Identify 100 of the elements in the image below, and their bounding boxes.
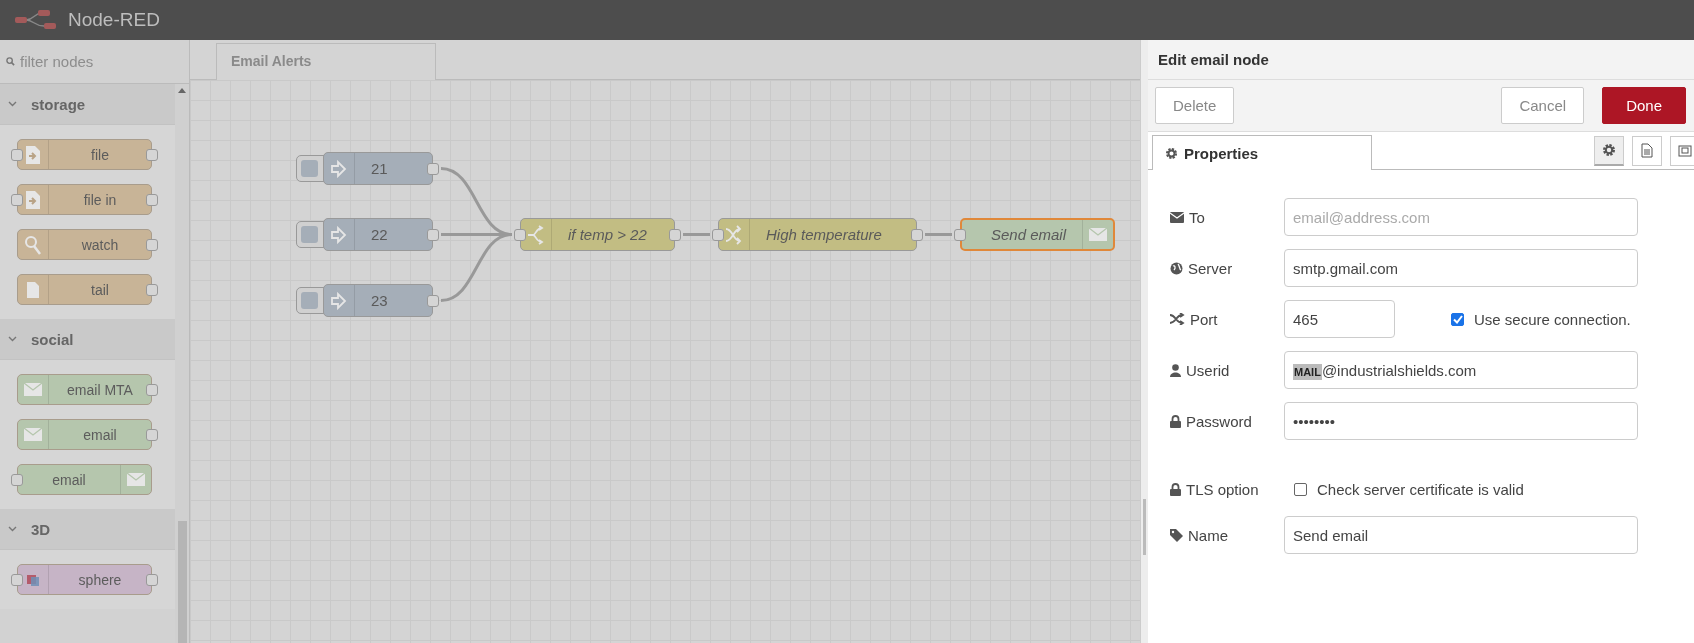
search-icon xyxy=(6,57,15,66)
flow-node[interactable]: 22 xyxy=(323,218,433,251)
arrow-icon xyxy=(331,291,347,310)
lock-icon xyxy=(1170,414,1181,428)
text-field[interactable]: smtp.gmail.com xyxy=(1284,249,1638,287)
wire[interactable] xyxy=(683,233,710,236)
action-button[interactable]: Cancel xyxy=(1501,87,1585,124)
inject-button[interactable] xyxy=(296,221,326,248)
editor-title: Edit email node xyxy=(1148,40,1694,80)
checkbox-label: Use secure connection. xyxy=(1474,310,1631,328)
document-icon xyxy=(1641,143,1653,158)
file-icon xyxy=(25,189,41,210)
document-tab[interactable] xyxy=(1632,135,1662,166)
input-port xyxy=(11,148,23,161)
envelope-icon xyxy=(23,427,43,442)
arrow-icon xyxy=(331,159,347,178)
document-icon xyxy=(26,280,40,299)
checkbox[interactable] xyxy=(1451,312,1464,326)
palette-node[interactable]: email xyxy=(17,464,152,495)
flow-node[interactable]: High temperature xyxy=(718,218,917,251)
output-port[interactable] xyxy=(427,294,439,307)
input-port[interactable] xyxy=(954,228,966,241)
inject-button[interactable] xyxy=(296,287,326,314)
output-port xyxy=(146,283,158,296)
flow-tab[interactable]: Email Alerts xyxy=(216,43,436,80)
output-port xyxy=(146,428,158,441)
flow-node[interactable]: Send email xyxy=(960,218,1115,251)
gear-icon xyxy=(1602,143,1616,157)
checkbox-label: Check server certificate is valid xyxy=(1317,480,1524,498)
gear-icon xyxy=(1165,146,1178,160)
arrow-icon xyxy=(331,225,347,244)
output-port xyxy=(146,148,158,161)
properties-tab[interactable]: Properties xyxy=(1152,135,1372,170)
palette-node[interactable]: file in xyxy=(17,184,152,215)
text-field[interactable]: •••••••• xyxy=(1284,402,1638,440)
input-port xyxy=(11,473,23,486)
input-port xyxy=(11,193,23,206)
output-port xyxy=(146,238,158,251)
port-field[interactable]: 465 xyxy=(1284,300,1395,338)
wire[interactable] xyxy=(925,233,952,236)
input-port[interactable] xyxy=(514,228,526,241)
frame-icon xyxy=(1677,143,1693,158)
app-title: Node-RED xyxy=(68,9,160,31)
flow-node[interactable]: if temp > 22 xyxy=(520,218,675,251)
scroll-up-icon xyxy=(178,88,186,93)
file-icon xyxy=(25,144,41,165)
filter-input[interactable]: filter nodes xyxy=(18,52,172,71)
tag-icon xyxy=(1170,528,1183,542)
category-header[interactable]: 3D xyxy=(0,509,175,550)
output-port[interactable] xyxy=(427,162,439,175)
shuffle-icon xyxy=(725,224,743,245)
palette-node[interactable]: email MTA xyxy=(17,374,152,405)
panel-splitter[interactable] xyxy=(1140,40,1148,643)
flow-node[interactable]: 23 xyxy=(323,284,433,317)
output-port[interactable] xyxy=(911,228,923,241)
frame-tab[interactable] xyxy=(1670,135,1694,166)
inject-button[interactable] xyxy=(296,155,326,182)
envelope-icon xyxy=(1170,211,1184,223)
output-port[interactable] xyxy=(427,228,439,241)
field-label: Server xyxy=(1188,259,1233,277)
palette-node[interactable]: tail xyxy=(17,274,152,305)
envelope-icon xyxy=(23,382,43,397)
wire[interactable] xyxy=(440,233,513,302)
palette-node[interactable]: file xyxy=(17,139,152,170)
palette-node[interactable]: email xyxy=(17,419,152,450)
gear-tab[interactable] xyxy=(1594,135,1624,166)
fork-icon xyxy=(527,224,545,245)
user-icon xyxy=(1170,363,1181,377)
text-field[interactable]: email@address.com xyxy=(1284,198,1638,236)
field-label: Userid xyxy=(1186,361,1230,379)
scrollbar-thumb[interactable] xyxy=(177,521,187,643)
action-button[interactable]: Delete xyxy=(1155,87,1235,124)
magnifier-icon xyxy=(24,234,42,255)
palette-node[interactable]: watch xyxy=(17,229,152,260)
output-port[interactable] xyxy=(669,228,681,241)
lock-icon xyxy=(1170,482,1181,496)
category-header[interactable]: social xyxy=(0,319,175,360)
field-label: Port xyxy=(1190,310,1218,328)
output-port xyxy=(146,573,158,586)
input-port xyxy=(11,573,23,586)
userid-field[interactable]: MAIL@industrialshields.com xyxy=(1284,351,1638,389)
field-label: Name xyxy=(1188,526,1228,544)
field-label: Password xyxy=(1186,412,1252,430)
field-label: To xyxy=(1189,208,1205,226)
done-button[interactable]: Done xyxy=(1602,87,1686,124)
text-field[interactable]: Send email xyxy=(1284,516,1638,554)
checkbox[interactable] xyxy=(1294,482,1307,496)
output-port xyxy=(146,383,158,396)
envelope-icon xyxy=(1088,227,1108,242)
flow-node[interactable]: 21 xyxy=(323,152,433,185)
category-header[interactable]: storage xyxy=(0,84,175,125)
flow-canvas[interactable]: 21 22 23 if temp > 22 High temperature Send email xyxy=(190,80,1140,643)
shuffle-icon xyxy=(1170,313,1185,325)
input-port[interactable] xyxy=(712,228,724,241)
field-label: TLS option xyxy=(1186,480,1259,498)
palette-node[interactable]: sphere xyxy=(17,564,152,595)
globe-icon xyxy=(1170,261,1183,275)
output-port xyxy=(146,193,158,206)
envelope-icon xyxy=(126,472,146,487)
filter-field[interactable]: filter nodes xyxy=(0,40,189,84)
